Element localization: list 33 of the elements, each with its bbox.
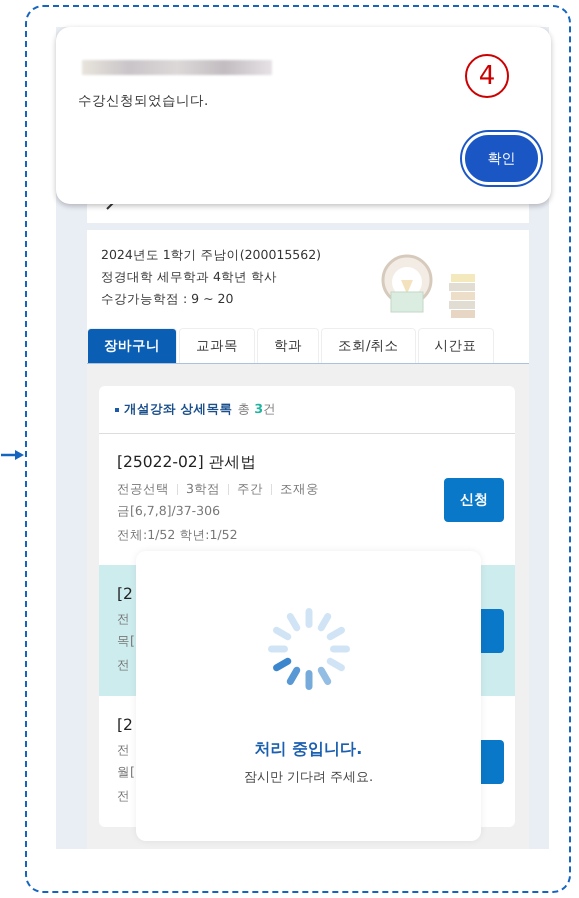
student-info-text: 수강가능학점 : 9 ~ 20 — [101, 290, 234, 308]
course-schedule: 목[ — [117, 632, 135, 650]
enrollment-count: 전체:1/52 학년:1/52 — [117, 526, 239, 544]
student-info-text: 정경대학 세무학과 4학년 학사 — [101, 268, 278, 286]
spinner-icon — [266, 607, 350, 691]
course-schedule: 월[ — [117, 762, 135, 780]
tab[interactable]: 시간표 — [418, 328, 494, 363]
course-meta-text: 전공선택 — [117, 480, 169, 498]
tab[interactable]: 교과목 — [179, 328, 255, 363]
enrollment-count: 전 — [117, 656, 131, 674]
course-schedule: 금[6,7,8]/37-306 — [117, 502, 222, 520]
course-meta-text: 전 — [117, 740, 130, 758]
total-count-text: 총 3건 — [237, 401, 276, 418]
course-title: [2 — [117, 584, 134, 602]
alert-message: 수강신청되었습니다. — [78, 92, 208, 110]
tab[interactable]: 학과 — [257, 328, 319, 363]
course-meta-text: 전 — [117, 610, 130, 628]
student-info-text: 2024년도 1학기 주남이(200015562) — [101, 246, 322, 264]
confirm-button[interactable]: 확인 — [462, 132, 541, 185]
tab[interactable]: 장바구니 — [87, 328, 177, 363]
course-title: [2 — [117, 716, 134, 734]
step-number-badge: 4 — [465, 54, 509, 98]
course-meta-text: 주간 — [236, 480, 263, 498]
course-meta-text: 3학점 — [186, 480, 220, 498]
list-title: 개설강좌 상세목록 — [124, 401, 232, 418]
course-title: [25022-02] 관세법 — [117, 452, 258, 473]
loading-title: 처리 중입니다. — [254, 739, 362, 760]
enrollment-count: 전 — [117, 786, 131, 804]
tab[interactable]: 조회/취소 — [321, 328, 416, 363]
course-meta-text: 조재웅 — [280, 480, 319, 498]
bullet-icon — [115, 408, 119, 412]
loading-message: 잠시만 기다려 주세요. — [244, 769, 374, 786]
apply-button[interactable]: 신청 — [444, 478, 504, 522]
